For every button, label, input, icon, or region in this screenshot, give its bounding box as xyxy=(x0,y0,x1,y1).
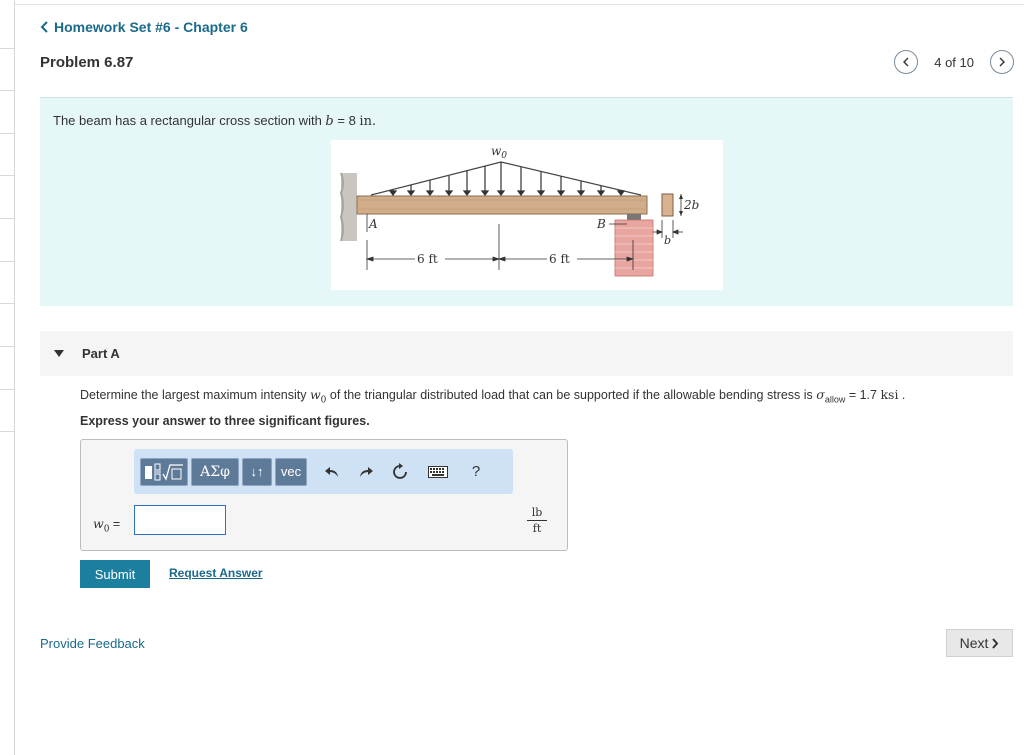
answer-label: w0 = xyxy=(93,516,120,535)
question-unit: ksi xyxy=(880,387,899,402)
answer-label-variable: w xyxy=(93,516,104,531)
statement-text-after: = 8 xyxy=(333,113,360,128)
next-button[interactable]: Next xyxy=(946,629,1013,657)
sort-button[interactable]: ↓↑ xyxy=(242,457,272,486)
previous-problem-button[interactable] xyxy=(894,50,919,74)
chevron-left-icon xyxy=(40,21,48,33)
rail-tick xyxy=(0,261,14,262)
sigma-subscript: allow xyxy=(824,394,846,405)
next-button-label: Next xyxy=(959,635,989,651)
math-toolbar: ΑΣφ ↓↑ vec ? xyxy=(134,449,513,494)
question-before: Determine the largest maximum intensity xyxy=(80,388,310,402)
dimension-left-label: 6 ft xyxy=(417,252,438,266)
support-a-label: A xyxy=(368,217,378,231)
reset-button[interactable] xyxy=(385,458,415,486)
rail-tick xyxy=(0,389,14,390)
templates-button[interactable] xyxy=(140,457,188,486)
section-height-label: 2b xyxy=(683,198,699,212)
part-a-header[interactable]: Part A xyxy=(40,331,1013,376)
keyboard-button[interactable] xyxy=(423,458,453,486)
problem-title: Problem 6.87 xyxy=(40,54,134,71)
answer-label-equals: = xyxy=(109,517,121,531)
left-rail xyxy=(0,0,15,755)
part-a-label: Part A xyxy=(82,346,120,361)
statement-variable: b xyxy=(325,114,334,129)
support-b-label: B xyxy=(596,217,606,231)
section-width-label: b xyxy=(664,234,671,247)
back-link[interactable]: Homework Set #6 - Chapter 6 xyxy=(40,19,248,35)
dimension-right-label: 6 ft xyxy=(549,252,570,266)
chevron-right-icon xyxy=(999,57,1005,67)
provide-feedback-link[interactable]: Provide Feedback xyxy=(40,636,145,651)
redo-button[interactable] xyxy=(351,458,381,486)
keyboard-icon xyxy=(428,465,448,478)
statement-text-before: The beam has a rectangular cross section… xyxy=(53,113,326,128)
instruction-text: Express your answer to three significant… xyxy=(80,414,370,428)
answer-units: lb ft xyxy=(527,506,547,535)
rail-tick xyxy=(0,48,14,49)
question-text: Determine the largest maximum intensity … xyxy=(80,387,905,406)
question-middle: of the triangular distributed load that … xyxy=(326,388,817,402)
reset-icon xyxy=(393,462,407,479)
templates-icon xyxy=(145,463,183,481)
pager-text: 4 of 10 xyxy=(934,54,974,70)
rail-tick xyxy=(0,346,14,347)
question-value: = 1.7 xyxy=(845,388,881,402)
statement-text: The beam has a rectangular cross section… xyxy=(53,113,376,129)
undo-button[interactable] xyxy=(317,458,347,486)
rail-tick xyxy=(0,431,14,432)
caret-down-icon xyxy=(54,350,64,357)
top-divider xyxy=(15,4,1024,5)
cross-section xyxy=(661,193,674,217)
beam-figure: w0 A B 6 ft 6 ft 2b b xyxy=(331,140,723,290)
rail-tick xyxy=(0,133,14,134)
greek-symbols-button[interactable]: ΑΣφ xyxy=(191,457,239,486)
vector-button[interactable]: vec xyxy=(275,457,307,486)
help-button[interactable]: ? xyxy=(461,458,491,486)
sigma-symbol: σ xyxy=(816,387,825,402)
undo-icon xyxy=(325,466,338,477)
redo-icon xyxy=(360,466,373,477)
statement-unit: in. xyxy=(359,114,377,129)
fraction-bar xyxy=(527,520,547,521)
chevron-right-icon xyxy=(992,637,999,649)
beam-diagram: w0 A B 6 ft 6 ft 2b b xyxy=(339,144,699,277)
load-arrows xyxy=(388,162,626,196)
pager: 4 of 10 xyxy=(894,50,1014,74)
unit-numerator: lb xyxy=(531,506,543,519)
rail-tick xyxy=(0,175,14,176)
question-end: . xyxy=(898,388,906,402)
unit-denominator: ft xyxy=(532,522,542,535)
rail-tick xyxy=(0,90,14,91)
next-problem-button[interactable] xyxy=(990,50,1014,74)
question-variable: w xyxy=(309,387,321,402)
answer-box: ΑΣφ ↓↑ vec ? w0 = lb ft xyxy=(80,439,568,551)
submit-button[interactable]: Submit xyxy=(80,560,150,588)
roller-b xyxy=(627,214,641,220)
request-answer-link[interactable]: Request Answer xyxy=(169,566,263,580)
chevron-left-icon xyxy=(903,57,909,67)
problem-statement: The beam has a rectangular cross section… xyxy=(40,97,1013,306)
beam xyxy=(356,195,648,215)
back-link-label: Homework Set #6 - Chapter 6 xyxy=(54,19,248,35)
load-label: w0 xyxy=(491,144,507,161)
rail-tick xyxy=(0,303,14,304)
rail-tick xyxy=(0,218,14,219)
dimension-lines xyxy=(365,224,635,270)
answer-input[interactable] xyxy=(134,505,226,535)
